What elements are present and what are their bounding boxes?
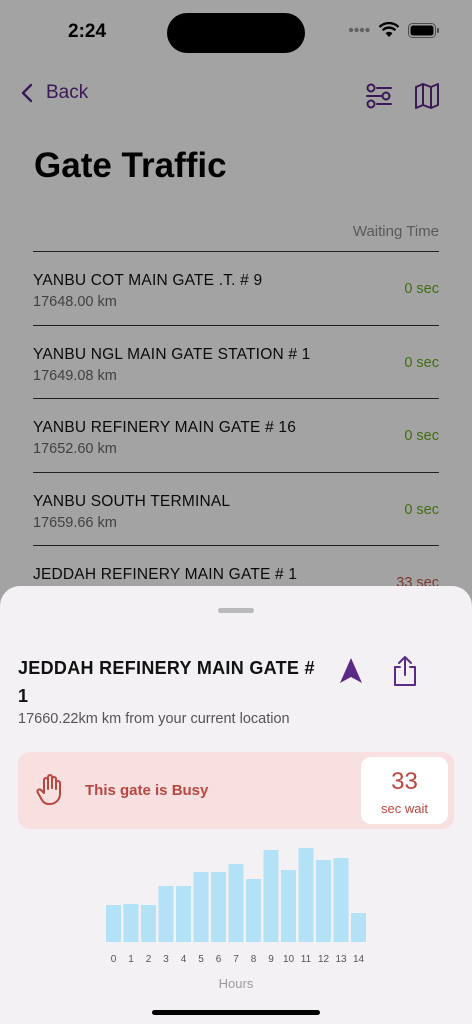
x-tick-label: 5 [198, 954, 204, 965]
x-tick-label: 7 [233, 954, 239, 965]
chart-bar [158, 886, 174, 942]
x-tick-label: 2 [146, 954, 152, 965]
x-tick-label: 9 [268, 954, 274, 965]
sheet-distance: 17660.22km km from your current location [18, 711, 290, 727]
chart-bar [211, 872, 226, 942]
x-tick-label: 8 [251, 954, 257, 965]
chart-bar [246, 879, 261, 942]
navigation-arrow-icon [340, 658, 362, 683]
home-indicator[interactable] [152, 1010, 320, 1015]
x-tick-label: 1 [128, 954, 134, 965]
x-tick-label: 11 [301, 954, 312, 965]
hand-stop-icon [36, 774, 61, 806]
chart-bar [298, 848, 314, 942]
sheet-grabber[interactable] [218, 608, 254, 613]
chart-bar [333, 858, 349, 942]
x-tick-label: 0 [111, 954, 117, 965]
wait-time-unit: sec wait [381, 801, 428, 816]
chart-bar [316, 860, 331, 942]
chart-bar [123, 904, 139, 942]
chart-bar [176, 886, 191, 942]
x-tick-label: 12 [318, 954, 330, 965]
share-button[interactable] [390, 654, 420, 688]
hourly-traffic-chart: 0 1 2 3 4 5 6 7 8 9 10 11 12 13 14 Hours [0, 840, 472, 1000]
chart-bar [281, 870, 296, 942]
wait-time-box: 33 sec wait [361, 757, 448, 824]
chart-bar [263, 850, 279, 942]
chart-bar [141, 905, 156, 942]
x-tick-label: 4 [181, 954, 187, 965]
chart-bar [193, 872, 209, 942]
wait-time-value: 33 [391, 768, 418, 795]
share-icon [394, 656, 416, 686]
x-tick-label: 3 [163, 954, 169, 965]
x-tick-label: 13 [335, 954, 347, 965]
gate-detail-sheet: JEDDAH REFINERY MAIN GATE # 1 17660.22km… [0, 586, 472, 1024]
x-tick-label: 14 [353, 954, 365, 965]
x-tick-label: 6 [216, 954, 222, 965]
busy-status-banner: This gate is Busy 33 sec wait [18, 752, 454, 829]
navigate-button[interactable] [336, 654, 366, 688]
sheet-title: JEDDAH REFINERY MAIN GATE # 1 [18, 658, 315, 706]
chart-bar [228, 864, 244, 942]
traffic-bar-chart: 0 1 2 3 4 5 6 7 8 9 10 11 12 13 14Hours [106, 848, 366, 991]
chart-bar [106, 905, 121, 942]
x-axis-label: Hours [219, 976, 254, 991]
busy-status-text: This gate is Busy [85, 782, 209, 799]
chart-bar [351, 913, 366, 942]
x-tick-label: 10 [283, 954, 295, 965]
